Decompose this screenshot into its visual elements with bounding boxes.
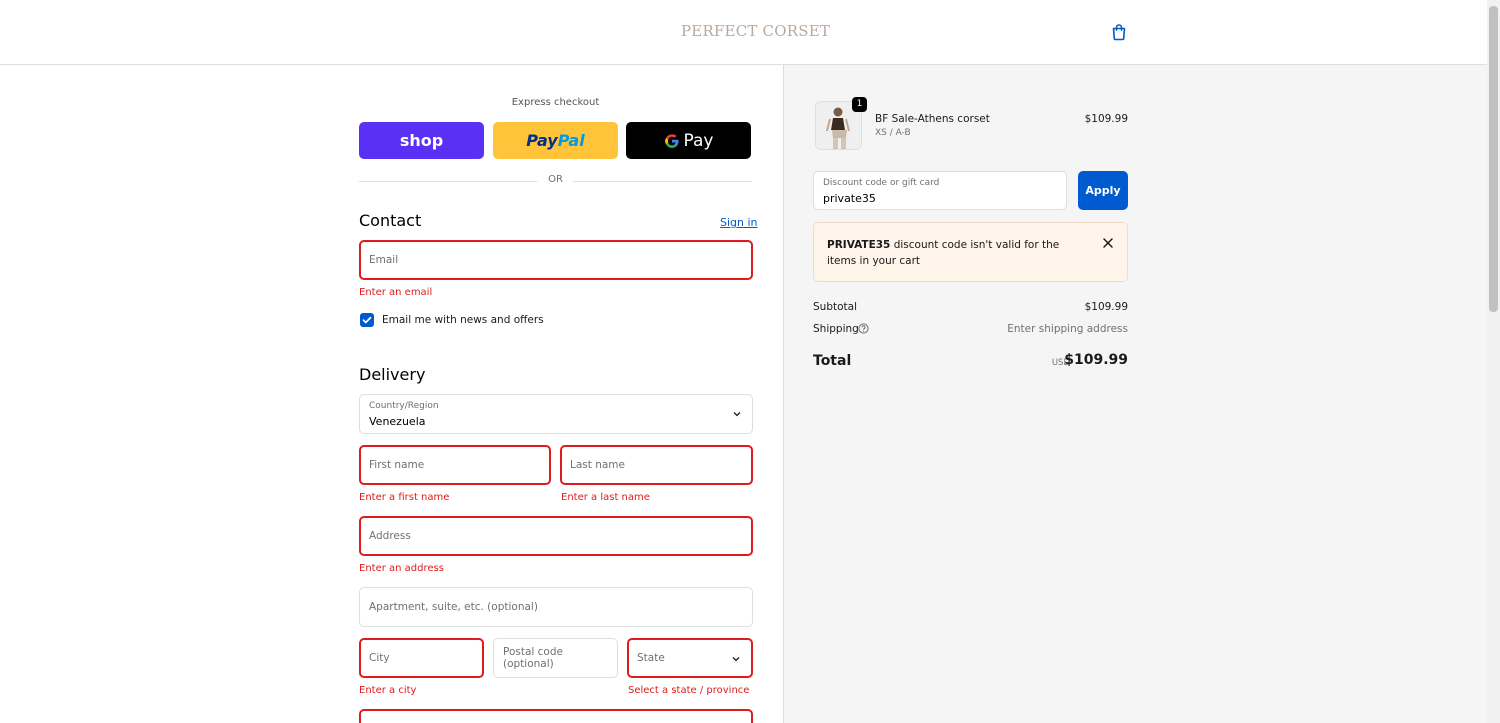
country-value: Venezuela bbox=[369, 415, 426, 428]
google-pay-label: Pay bbox=[683, 130, 714, 151]
apartment-input[interactable]: Apartment, suite, etc. (optional) bbox=[359, 587, 753, 627]
paypal-label-2: Pal bbox=[557, 131, 585, 150]
contact-heading: Contact bbox=[359, 211, 422, 230]
address-input[interactable]: Address bbox=[359, 516, 753, 556]
postal-code-placeholder: Postal code (optional) bbox=[503, 646, 563, 670]
chevron-down-icon bbox=[733, 412, 741, 417]
discount-error-banner: PRIVATE35 discount code isn't valid for … bbox=[813, 222, 1128, 282]
google-g-icon bbox=[664, 133, 679, 148]
last-name-error: Enter a last name bbox=[561, 492, 650, 503]
apartment-placeholder: Apartment, suite, etc. (optional) bbox=[369, 601, 538, 613]
email-error: Enter an email bbox=[359, 287, 433, 298]
city-input[interactable]: City bbox=[359, 638, 484, 678]
city-error: Enter a city bbox=[359, 685, 417, 696]
email-placeholder: Email bbox=[369, 254, 399, 266]
discount-error-text: PRIVATE35 discount code isn't valid for … bbox=[827, 237, 1087, 269]
page-scrollbar[interactable] bbox=[1487, 0, 1500, 723]
state-select[interactable]: State bbox=[627, 638, 753, 678]
first-name-placeholder: First name bbox=[369, 459, 425, 471]
state-error: Select a state / province bbox=[628, 685, 750, 696]
divider-line-right bbox=[573, 181, 752, 182]
last-name-input[interactable]: Last name bbox=[560, 445, 753, 485]
product-variant: XS / A-B bbox=[875, 128, 911, 138]
paypal-label-1: Pay bbox=[526, 131, 558, 150]
express-checkout-label: Express checkout bbox=[511, 97, 600, 108]
chevron-down-icon bbox=[732, 657, 740, 662]
order-summary-panel bbox=[783, 65, 1487, 723]
email-input[interactable]: Email bbox=[359, 240, 753, 280]
total-label: Total bbox=[813, 353, 852, 369]
discount-error-code: PRIVATE35 bbox=[827, 239, 891, 251]
product-name: BF Sale-Athens corset bbox=[875, 113, 990, 125]
country-select[interactable]: Country/Region Venezuela bbox=[359, 394, 753, 434]
apply-discount-button[interactable]: Apply bbox=[1078, 171, 1128, 210]
country-label: Country/Region bbox=[369, 401, 439, 411]
phone-input[interactable] bbox=[359, 709, 753, 723]
discount-value: private35 bbox=[823, 192, 876, 205]
newsletter-checkbox[interactable] bbox=[360, 313, 374, 327]
brand-logo[interactable]: PERFECT CORSET bbox=[681, 22, 830, 40]
first-name-error: Enter a first name bbox=[359, 492, 450, 503]
postal-code-input[interactable]: Postal code (optional) bbox=[493, 638, 618, 678]
subtotal-label: Subtotal bbox=[813, 301, 857, 313]
subtotal-value: $109.99 bbox=[1084, 301, 1128, 313]
shipping-value: Enter shipping address bbox=[1007, 323, 1128, 335]
delivery-heading: Delivery bbox=[359, 365, 426, 384]
or-label: OR bbox=[548, 174, 563, 185]
last-name-placeholder: Last name bbox=[570, 459, 625, 471]
sign-in-link[interactable]: Sign in bbox=[720, 216, 758, 229]
city-placeholder: City bbox=[369, 652, 390, 664]
scrollbar-thumb[interactable] bbox=[1489, 6, 1498, 312]
shipping-label: Shipping bbox=[813, 323, 859, 335]
newsletter-label: Email me with news and offers bbox=[382, 314, 544, 326]
shopping-bag-icon[interactable] bbox=[1110, 23, 1128, 41]
help-circle-icon[interactable] bbox=[858, 323, 869, 334]
site-header: PERFECT CORSET bbox=[0, 0, 1487, 65]
shop-pay-label: shop bbox=[399, 131, 444, 150]
checkmark-icon bbox=[362, 316, 372, 324]
total-value: $109.99 bbox=[1064, 352, 1128, 368]
discount-code-input[interactable]: Discount code or gift card private35 bbox=[813, 171, 1067, 210]
address-placeholder: Address bbox=[369, 530, 411, 542]
paypal-button[interactable]: Pay Pal bbox=[493, 122, 618, 159]
address-error: Enter an address bbox=[359, 563, 444, 574]
google-pay-button[interactable]: Pay bbox=[626, 122, 751, 159]
close-icon[interactable] bbox=[1102, 237, 1114, 249]
state-placeholder: State bbox=[637, 652, 665, 664]
quantity-badge: 1 bbox=[852, 97, 867, 112]
product-price: $109.99 bbox=[1084, 113, 1128, 125]
first-name-input[interactable]: First name bbox=[359, 445, 551, 485]
or-divider: OR bbox=[359, 174, 752, 188]
discount-label: Discount code or gift card bbox=[823, 178, 940, 188]
shop-pay-button[interactable]: shop bbox=[359, 122, 484, 159]
